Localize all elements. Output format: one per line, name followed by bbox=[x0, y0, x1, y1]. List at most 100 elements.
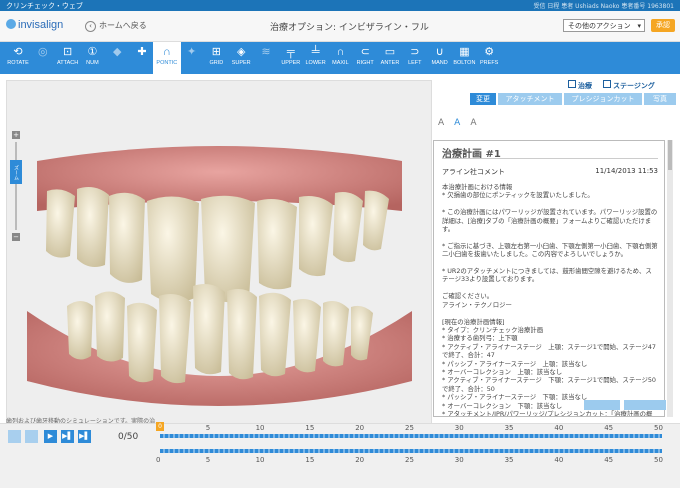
tool-label: LEFT bbox=[408, 60, 422, 66]
tool-label: MAXIL bbox=[332, 60, 349, 66]
lower-tick-label: 20 bbox=[355, 456, 365, 464]
tab-precision-cut[interactable]: プレシジョンカット bbox=[564, 93, 642, 105]
zoom-out-button[interactable]: − bbox=[12, 233, 20, 241]
tool-mand[interactable]: ∪ MAND bbox=[426, 42, 454, 74]
tool-attach[interactable]: ⊡ ATTACH bbox=[54, 42, 82, 74]
link-box-icon bbox=[568, 80, 576, 88]
lower-tick-label: 5 bbox=[205, 456, 211, 464]
tool-left[interactable]: ⊃ LEFT bbox=[401, 42, 429, 74]
lower-tick-label: 35 bbox=[504, 456, 514, 464]
playback-bar bbox=[0, 423, 680, 488]
tool-item-5[interactable]: ◆ bbox=[103, 42, 131, 74]
right-icon: ⊂ bbox=[360, 46, 370, 58]
tool-item-11[interactable]: ≋ bbox=[252, 42, 280, 74]
invisalign-logo: invisalign bbox=[6, 19, 63, 31]
font-medium-icon[interactable]: A bbox=[454, 118, 460, 128]
staging-link[interactable]: ステージング bbox=[603, 80, 655, 91]
stage-counter: 0/50 bbox=[118, 432, 139, 442]
maxil-icon: ∩ bbox=[336, 46, 345, 58]
upper-tick-label: 40 bbox=[554, 424, 564, 432]
anter-icon: ▭ bbox=[384, 46, 396, 58]
tool-item-6[interactable]: ✚ bbox=[128, 42, 156, 74]
tool-upper[interactable]: ╤ UPPER bbox=[277, 42, 305, 74]
tool-label: ATTACH bbox=[57, 60, 79, 66]
tool-pontic[interactable]: ∩ PONTIC bbox=[152, 42, 181, 74]
num-icon: ① bbox=[87, 46, 98, 58]
tab-attachments[interactable]: アタッチメント bbox=[498, 93, 562, 105]
lower-tick-label: 15 bbox=[305, 456, 315, 464]
back-arrow-icon: ‹ bbox=[85, 21, 96, 32]
tool-grid[interactable]: ⊞ GRID bbox=[202, 42, 230, 74]
note-body: 本治療計画における情報 * 欠損歯の部位にポンティックを設置いたしました。 * … bbox=[442, 183, 658, 417]
zoom-in-button[interactable]: + bbox=[12, 131, 20, 139]
scroll-thumb[interactable] bbox=[668, 140, 672, 170]
lower-tick-label: 40 bbox=[554, 456, 564, 464]
lower-timeline[interactable] bbox=[160, 449, 662, 453]
tool-label: ROTATE bbox=[7, 60, 29, 66]
step-back-button[interactable] bbox=[25, 430, 38, 443]
tool-item-8[interactable]: ✦ bbox=[178, 42, 206, 74]
logo-mark-icon bbox=[6, 19, 16, 29]
superimpose-icon: ◎ bbox=[37, 46, 48, 58]
tool-super[interactable]: ◈ SUPER bbox=[227, 42, 255, 74]
tool-label: BOLTON bbox=[453, 60, 476, 66]
upper-tick-label: 15 bbox=[305, 424, 315, 432]
treatment-link[interactable]: 治療 bbox=[568, 80, 592, 91]
tool-label: SUPER bbox=[231, 60, 251, 66]
play-button[interactable]: ▶ bbox=[44, 430, 57, 443]
grid-icon: ⊞ bbox=[211, 46, 221, 58]
bolton-icon: ▦ bbox=[459, 46, 470, 58]
approve-button[interactable]: 承認 bbox=[651, 19, 675, 32]
upper-tick-label: 35 bbox=[504, 424, 514, 432]
note-date: 11/14/2013 11:53 bbox=[595, 167, 658, 175]
zoom-track[interactable] bbox=[15, 142, 17, 230]
font-size-controls: AAA bbox=[438, 118, 487, 128]
other-actions-select[interactable]: その他のアクション bbox=[563, 19, 645, 33]
tool-maxil[interactable]: ∩ MAXIL bbox=[326, 42, 354, 74]
upper-tick-label: 20 bbox=[355, 424, 365, 432]
upper-timeline[interactable] bbox=[160, 434, 662, 438]
upper-teeth bbox=[46, 187, 389, 303]
tool-lower[interactable]: ╧ LOWER bbox=[302, 42, 330, 74]
tool-rotate[interactable]: ⟲ ROTATE bbox=[4, 42, 32, 74]
rewind-button[interactable] bbox=[8, 430, 21, 443]
cross-icon: ✚ bbox=[137, 46, 147, 58]
tool-label: PREFS bbox=[480, 60, 499, 66]
mand-icon: ∪ bbox=[435, 46, 444, 58]
zoom-handle[interactable]: ズーム bbox=[10, 160, 22, 184]
panel-tabs: 変更 アタッチメント プレシジョンカット 写真 bbox=[470, 93, 676, 105]
last-stage-button[interactable]: ▶▌ bbox=[78, 430, 91, 443]
lower-tick-label: 30 bbox=[454, 456, 464, 464]
note-scrollbar[interactable] bbox=[667, 140, 673, 417]
teeth-model[interactable] bbox=[7, 81, 432, 426]
note-action-button-2[interactable] bbox=[624, 400, 666, 410]
link-box-icon bbox=[603, 80, 611, 88]
note-action-button-1[interactable] bbox=[584, 400, 620, 410]
step-forward-button[interactable]: ▶▌ bbox=[61, 430, 74, 443]
home-link[interactable]: ‹ ホームへ戻る bbox=[85, 20, 147, 32]
tool-prefs[interactable]: ⚙ PREFS bbox=[475, 42, 503, 74]
3d-viewer[interactable] bbox=[6, 80, 432, 426]
tool11-icon: ≋ bbox=[261, 46, 271, 58]
tool-label: RIGHT bbox=[356, 60, 374, 66]
tool-bolton[interactable]: ▦ BOLTON bbox=[450, 42, 478, 74]
note-author: アライン社コメント bbox=[442, 168, 505, 176]
upper-tick-label: 50 bbox=[654, 424, 663, 432]
lower-tick-label: 25 bbox=[405, 456, 414, 464]
tab-photos[interactable]: 写真 bbox=[644, 93, 676, 105]
plan-title: 治療オプション: インビザライン・フル bbox=[270, 23, 429, 33]
upper-tick-label: 25 bbox=[405, 424, 414, 432]
tool-label: UPPER bbox=[281, 60, 301, 66]
font-small-icon[interactable]: A bbox=[438, 118, 444, 128]
tool-label: PONTIC bbox=[156, 60, 178, 66]
tool-right[interactable]: ⊂ RIGHT bbox=[351, 42, 379, 74]
tool-item-2[interactable]: ◎ bbox=[29, 42, 57, 74]
tool-anter[interactable]: ▭ ANTER bbox=[376, 42, 404, 74]
font-large-icon[interactable]: A bbox=[470, 118, 476, 128]
app-title: クリンチェック・ウェブ bbox=[6, 2, 83, 10]
tab-changes[interactable]: 変更 bbox=[470, 93, 496, 105]
timeline-start-marker[interactable]: 0 bbox=[156, 422, 164, 431]
treatment-note: 治療計画 #1 アライン社コメント 11/14/2013 11:53 本治療計画… bbox=[433, 140, 665, 417]
lower-tick-label: 45 bbox=[604, 456, 614, 464]
tool-num[interactable]: ① NUM bbox=[78, 42, 106, 74]
